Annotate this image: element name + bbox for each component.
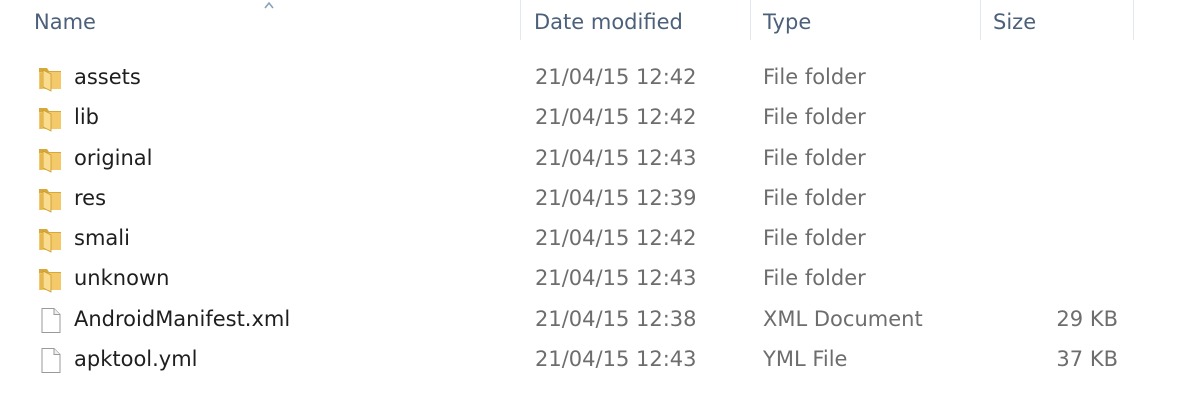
- file-type: File folder: [763, 105, 866, 130]
- folder-icon: [36, 104, 64, 132]
- column-header-type[interactable]: Type: [751, 0, 980, 44]
- file-row[interactable]: res 21/04/15 12:39 File folder: [0, 178, 1180, 218]
- file-row[interactable]: original 21/04/15 12:43 File folder: [0, 138, 1180, 178]
- file-type: YML File: [763, 347, 848, 372]
- file-date-modified: 21/04/15 12:42: [535, 105, 697, 130]
- folder-icon: [36, 265, 64, 294]
- file-type: File folder: [763, 226, 866, 251]
- file-type: File folder: [763, 185, 866, 210]
- file-size: 37 KB: [1056, 347, 1118, 372]
- folder-icon: [36, 64, 64, 92]
- file-name: lib: [74, 105, 99, 130]
- file-name: assets: [74, 65, 141, 89]
- file-date-modified: 21/04/15 12:43: [535, 145, 697, 170]
- file-row[interactable]: unknown 21/04/15 12:43 File folder: [0, 258, 1180, 298]
- sort-ascending-icon: [264, 1, 274, 9]
- column-header-date-label: Date modified: [534, 10, 683, 34]
- file-date-modified: 21/04/15 12:43: [535, 266, 697, 291]
- folder-icon: [36, 225, 64, 253]
- column-header-name-label: Name: [34, 10, 96, 34]
- file-name: res: [74, 185, 107, 210]
- file-row[interactable]: lib 21/04/15 12:42 File folder: [0, 97, 1180, 137]
- document-icon: [36, 346, 64, 374]
- folder-icon: [36, 145, 64, 173]
- column-header-type-label: Type: [763, 10, 812, 34]
- file-row[interactable]: smali 21/04/15 12:42 File folder: [0, 218, 1180, 258]
- file-list: assets 21/04/15 12:42 File folder lib 21/04/…: [0, 57, 1180, 379]
- file-name: smali: [74, 226, 130, 251]
- file-date-modified: 21/04/15 12:42: [535, 226, 697, 251]
- file-name: unknown: [74, 266, 170, 291]
- folder-icon: [36, 185, 64, 213]
- file-row[interactable]: AndroidManifest.xml 21/04/15 12:38 XML Doc…: [0, 299, 1180, 339]
- column-header-size[interactable]: Size: [981, 0, 1133, 44]
- file-name: apktool.yml: [74, 347, 198, 372]
- file-row[interactable]: apktool.yml 21/04/15 12:43 YML File 37 KB: [0, 339, 1180, 379]
- document-icon: [36, 306, 64, 334]
- file-date-modified: 21/04/15 12:39: [535, 185, 697, 210]
- column-header-name[interactable]: Name: [0, 0, 520, 44]
- file-type: File folder: [763, 65, 866, 89]
- file-type: XML Document: [763, 306, 923, 331]
- file-name: AndroidManifest.xml: [74, 306, 291, 331]
- file-date-modified: 21/04/15 12:42: [535, 65, 697, 89]
- file-date-modified: 21/04/15 12:38: [535, 306, 697, 331]
- column-header-bar: Name Date modified Type Size: [0, 0, 1180, 44]
- file-row[interactable]: assets 21/04/15 12:42 File folder: [0, 57, 1180, 97]
- file-type: File folder: [763, 266, 866, 291]
- file-name: original: [74, 145, 153, 170]
- file-explorer-details-view: Name Date modified Type Size assets 21/04…: [0, 0, 1180, 417]
- file-size: 29 KB: [1056, 306, 1118, 331]
- column-header-size-label: Size: [993, 10, 1037, 34]
- column-divider[interactable]: [1133, 0, 1134, 40]
- file-type: File folder: [763, 145, 866, 170]
- file-date-modified: 21/04/15 12:43: [535, 347, 697, 372]
- column-header-date-modified[interactable]: Date modified: [521, 0, 750, 44]
